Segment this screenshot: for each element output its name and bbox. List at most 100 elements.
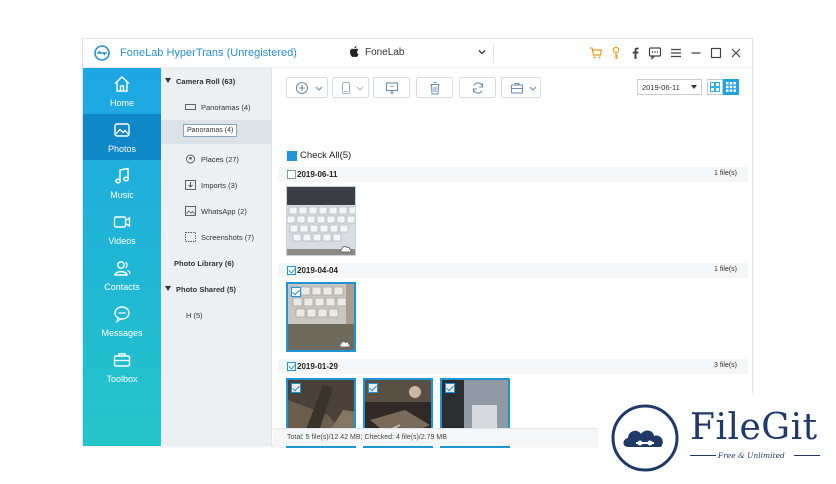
main-panel: 2019-06-11 Check All(5) 2019-06-11 1 fil… <box>273 68 752 448</box>
divider <box>794 455 820 456</box>
tree-h-album[interactable]: H (5) <box>161 304 272 326</box>
feedback-icon[interactable] <box>648 46 662 60</box>
expand-triangle-icon[interactable] <box>165 78 171 83</box>
grid-view-button[interactable] <box>723 79 739 95</box>
filegit-logo-icon <box>611 404 679 472</box>
messages-icon <box>114 306 130 324</box>
check-all-checkbox[interactable] <box>287 151 297 161</box>
tree-label: Places (27) <box>201 155 239 164</box>
export-pc-button[interactable] <box>373 77 410 98</box>
group-checkbox[interactable] <box>287 266 296 275</box>
tree-camera-roll[interactable]: Camera Roll (63) <box>161 70 272 92</box>
album-tree: Camera Roll (63) Panoramas (4) Panoramas… <box>161 68 272 446</box>
tree-label: Photo Shared (5) <box>176 285 237 294</box>
tree-imports[interactable]: Imports (3) <box>161 174 272 196</box>
trash-icon <box>430 81 440 95</box>
list-view-icon <box>710 82 720 92</box>
phone-export-icon <box>341 81 351 95</box>
minimize-icon[interactable] <box>689 46 703 60</box>
group-date: 2019-01-29 <box>297 362 338 371</box>
toolbox-icon <box>510 82 524 94</box>
tree-photo-shared[interactable]: Photo Shared (5) <box>161 278 272 300</box>
chevron-down-icon <box>356 86 364 91</box>
chevron-down-icon[interactable] <box>477 47 487 57</box>
nav-home[interactable]: Home <box>83 68 161 114</box>
music-icon <box>115 167 129 184</box>
date-group-header: 2019-06-11 1 file(s) <box>278 167 748 182</box>
chevron-down-icon <box>315 86 323 91</box>
tree-label: H (5) <box>186 311 203 320</box>
check-all-label: Check All(5) <box>300 150 352 161</box>
grid-view-icon <box>726 82 736 92</box>
group-count: 1 file(s) <box>714 170 737 177</box>
tree-label: Camera Roll (63) <box>176 77 236 86</box>
cloud-icon <box>340 246 352 253</box>
group-count: 1 file(s) <box>714 266 737 273</box>
facebook-icon[interactable] <box>628 46 642 60</box>
divider <box>690 455 716 456</box>
photo-checkbox[interactable] <box>291 287 301 297</box>
menu-icon[interactable] <box>669 46 683 60</box>
date-select[interactable]: 2019-06-11 <box>637 79 702 95</box>
date-group-header: 2019-01-29 3 file(s) <box>278 359 748 374</box>
tree-label: Panoramas (4) <box>201 103 251 112</box>
home-icon <box>114 76 130 92</box>
photo-checkbox[interactable] <box>291 383 301 393</box>
import-icon <box>185 180 196 190</box>
nav-photos[interactable]: Photos <box>83 114 161 160</box>
list-view-button[interactable] <box>707 79 723 95</box>
title-bar: FoneLab HyperTrans (Unregistered) FoneLa… <box>83 39 752 68</box>
refresh-button[interactable] <box>459 77 496 98</box>
nav-messages[interactable]: Messages <box>83 298 161 344</box>
screenshot-icon <box>185 232 196 242</box>
app-window: FoneLab HyperTrans (Unregistered) FoneLa… <box>82 38 753 448</box>
date-select-value: 2019-06-11 <box>642 83 680 92</box>
photo-checkbox[interactable] <box>368 383 378 393</box>
videos-icon <box>113 216 131 228</box>
nav-label: Messages <box>101 328 143 338</box>
close-icon[interactable] <box>729 46 743 60</box>
nav-toolbox[interactable]: Toolbox <box>83 344 161 390</box>
delete-button[interactable] <box>416 77 453 98</box>
toolbox-icon <box>113 353 131 367</box>
group-date: 2019-04-04 <box>297 266 338 275</box>
nav-music[interactable]: Music <box>83 160 161 206</box>
nav-label: Photos <box>107 144 137 154</box>
nav-label: Videos <box>108 236 136 246</box>
watermark-name: FileGit <box>690 407 818 448</box>
app-logo-icon <box>94 45 110 61</box>
tree-places[interactable]: Places (27) <box>161 148 272 170</box>
cart-icon[interactable] <box>589 46 603 60</box>
watermark: FileGit Free & Unlimited <box>598 393 836 484</box>
group-checkbox[interactable] <box>287 362 296 371</box>
photo-checkbox[interactable] <box>445 383 455 393</box>
left-nav: Home Photos Music Videos Contacts Messag… <box>83 68 161 446</box>
maximize-icon[interactable] <box>709 46 723 60</box>
computer-icon <box>385 82 399 94</box>
tree-photo-library[interactable]: Photo Library (6) <box>161 252 272 274</box>
photo-thumbnail[interactable] <box>286 186 356 256</box>
tree-screenshots[interactable]: Screenshots (7) <box>161 226 272 248</box>
panorama-icon <box>185 104 196 110</box>
group-count: 3 file(s) <box>714 362 737 369</box>
tree-whatsapp[interactable]: WhatsApp (2) <box>161 200 272 222</box>
places-icon <box>186 154 195 164</box>
album-icon <box>185 206 196 216</box>
group-checkbox[interactable] <box>287 170 296 179</box>
key-icon[interactable] <box>609 46 623 60</box>
toolbox-button[interactable] <box>501 77 541 98</box>
expand-triangle-icon[interactable] <box>165 286 171 291</box>
photo-thumbnail[interactable] <box>286 282 356 352</box>
tree-drop-target[interactable]: Panoramas (4) <box>161 120 272 144</box>
nav-videos[interactable]: Videos <box>83 206 161 252</box>
nav-contacts[interactable]: Contacts <box>83 252 161 298</box>
tree-label: Screenshots (7) <box>201 233 254 242</box>
drag-label: Panoramas (4) <box>183 124 238 137</box>
nav-label: Contacts <box>104 282 140 292</box>
export-device-button[interactable] <box>332 77 369 98</box>
device-name[interactable]: FoneLab <box>365 47 404 58</box>
chevron-down-icon <box>691 85 697 89</box>
tree-panoramas[interactable]: Panoramas (4) <box>161 96 272 118</box>
contacts-icon <box>114 261 131 276</box>
add-button[interactable] <box>286 77 328 98</box>
